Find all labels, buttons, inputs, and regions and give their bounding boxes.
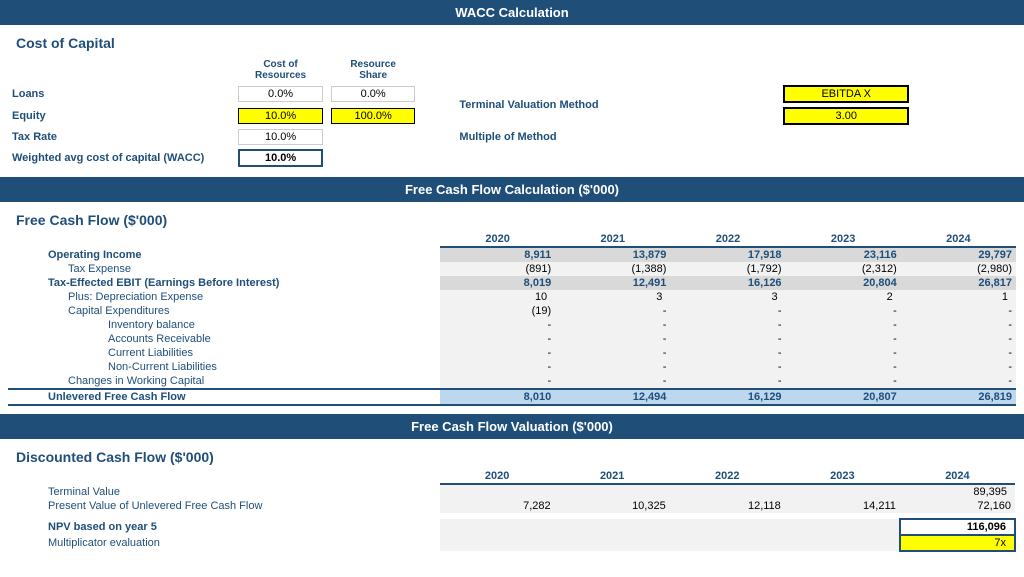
npv-value: 116,096 (900, 519, 1015, 535)
working-capital-row: Changes in Working Capital - - - - - (8, 374, 1016, 389)
valuation-header: Free Cash Flow Valuation ($'000) (0, 414, 1024, 439)
terminal-method-value: EBITDA X (779, 83, 913, 105)
equity-label: Equity (8, 105, 234, 127)
equity-cost: 10.0% (234, 105, 327, 127)
capex-row: Capital Expenditures (19) - - - - (8, 304, 1016, 318)
unlevered-fcf-row: Unlevered Free Cash Flow 8,010 12,494 16… (8, 389, 1016, 405)
non-current-liabilities-row: Non-Current Liabilities - - - - - (8, 360, 1016, 374)
current-liabilities-row: Current Liabilities - - - - - (8, 346, 1016, 360)
multiplicator-row: Multiplicator evaluation 7x (8, 535, 1015, 551)
cost-of-capital-header: Cost of Capital (8, 29, 1016, 53)
year-2021: 2021 (555, 232, 670, 247)
tax-rate-label: Tax Rate (8, 127, 234, 147)
val-year-2022: 2022 (670, 469, 785, 484)
year-2020: 2020 (440, 232, 555, 247)
pv-unlevered-row: Present Value of Unlevered Free Cash Flo… (8, 499, 1015, 513)
loans-label: Loans (8, 83, 234, 105)
val-year-2024: 2024 (900, 469, 1015, 484)
equity-share: 100.0% (327, 105, 420, 127)
npv-row: NPV based on year 5 116,096 (8, 519, 1015, 535)
multiplicator-value: 7x (900, 535, 1015, 551)
val-year-2020: 2020 (440, 469, 555, 484)
col-header-cost: Cost ofResources (234, 57, 327, 83)
terminal-method-label: Terminal Valuation Method (459, 99, 598, 111)
tax-rate-value: 10.0% (234, 127, 327, 147)
depreciation-row: Plus: Depreciation Expense 10 3 3 2 1 (8, 290, 1016, 304)
operating-income-row: Operating Income 8,911 13,879 17,918 23,… (8, 247, 1016, 262)
multiple-method-label: Multiple of Method (459, 131, 556, 143)
val-year-header-row: 2020 2021 2022 2023 2024 (8, 469, 1015, 484)
tax-effected-ebit-row: Tax-Effected EBIT (Earnings Before Inter… (8, 276, 1016, 290)
year-2022: 2022 (670, 232, 785, 247)
fcf-sub-header: Free Cash Flow ($'000) (8, 206, 1016, 230)
fcf-year-header-row: 2020 2021 2022 2023 2024 (8, 232, 1016, 247)
wacc-header: WACC Calculation (0, 0, 1024, 25)
inventory-row: Inventory balance - - - - - (8, 318, 1016, 332)
val-year-2023: 2023 (785, 469, 900, 484)
terminal-multiple-value: 3.00 (779, 105, 913, 127)
loans-share: 0.0% (327, 83, 420, 105)
year-2023: 2023 (786, 232, 901, 247)
wacc-value: 10.0% (234, 147, 327, 169)
fcf-header: Free Cash Flow Calculation ($'000) (0, 177, 1024, 202)
col-header-share: ResourceShare (327, 57, 420, 83)
val-year-2021: 2021 (555, 469, 670, 484)
wacc-label: Weighted avg cost of capital (WACC) (8, 147, 234, 169)
loans-cost: 0.0% (234, 83, 327, 105)
tax-expense-row: Tax Expense (891) (1,388) (1,792) (2,312… (8, 262, 1016, 276)
dcf-sub-header: Discounted Cash Flow ($'000) (8, 443, 1016, 467)
terminal-value-row: Terminal Value 89,395 (8, 484, 1015, 499)
accounts-receivable-row: Accounts Receivable - - - - - (8, 332, 1016, 346)
year-2024: 2024 (901, 232, 1016, 247)
